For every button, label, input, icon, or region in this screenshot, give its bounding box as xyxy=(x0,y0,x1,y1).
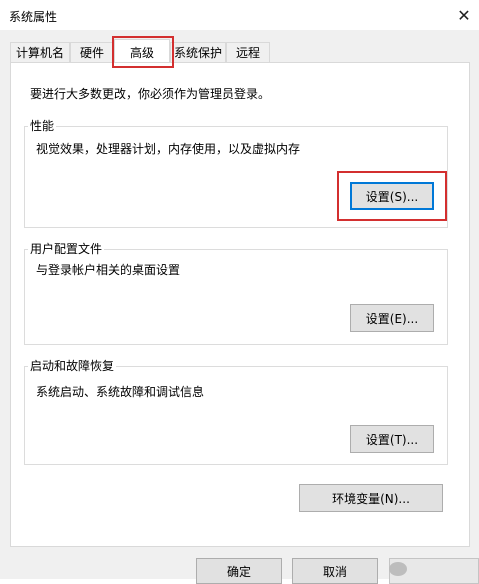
highlight-performance-settings xyxy=(337,171,447,221)
ok-button[interactable]: 确定 xyxy=(196,558,282,584)
startup-recovery-settings-button[interactable]: 设置(T)... xyxy=(350,425,434,453)
watermark xyxy=(389,559,479,579)
tab-system-protection[interactable]: 系统保护 xyxy=(170,42,226,62)
cancel-button[interactable]: 取消 xyxy=(292,558,378,584)
startup-recovery-legend: 启动和故障恢复 xyxy=(28,357,117,374)
system-properties-window: 系统属性 ✕ 计算机名 硬件 高级 系统保护 远程 要进行大多数更改，你必须作为… xyxy=(0,0,479,584)
tab-computer-name[interactable]: 计算机名 xyxy=(10,42,70,62)
tab-label: 远程 xyxy=(235,46,260,60)
tab-label: 硬件 xyxy=(79,46,104,60)
user-profiles-legend: 用户配置文件 xyxy=(28,240,105,257)
performance-description: 视觉效果，处理器计划，内存使用，以及虚拟内存 xyxy=(36,142,301,156)
tab-label: 计算机名 xyxy=(15,46,64,60)
admin-notice: 要进行大多数更改，你必须作为管理员登录。 xyxy=(30,87,271,101)
watermark-logo-icon xyxy=(389,562,407,576)
highlight-tab-advanced xyxy=(112,36,174,68)
tab-remote[interactable]: 远程 xyxy=(226,42,270,62)
window-title: 系统属性 xyxy=(9,10,58,24)
tab-hardware[interactable]: 硬件 xyxy=(70,42,114,62)
user-profiles-settings-button[interactable]: 设置(E)... xyxy=(350,304,434,332)
environment-variables-button[interactable]: 环境变量(N)... xyxy=(299,484,443,512)
performance-legend: 性能 xyxy=(28,117,57,134)
title-bar: 系统属性 ✕ xyxy=(0,0,479,30)
user-profiles-description: 与登录帐户相关的桌面设置 xyxy=(36,263,181,277)
startup-recovery-description: 系统启动、系统故障和调试信息 xyxy=(36,385,205,399)
tab-label: 系统保护 xyxy=(173,46,222,60)
close-icon[interactable]: ✕ xyxy=(449,0,479,30)
